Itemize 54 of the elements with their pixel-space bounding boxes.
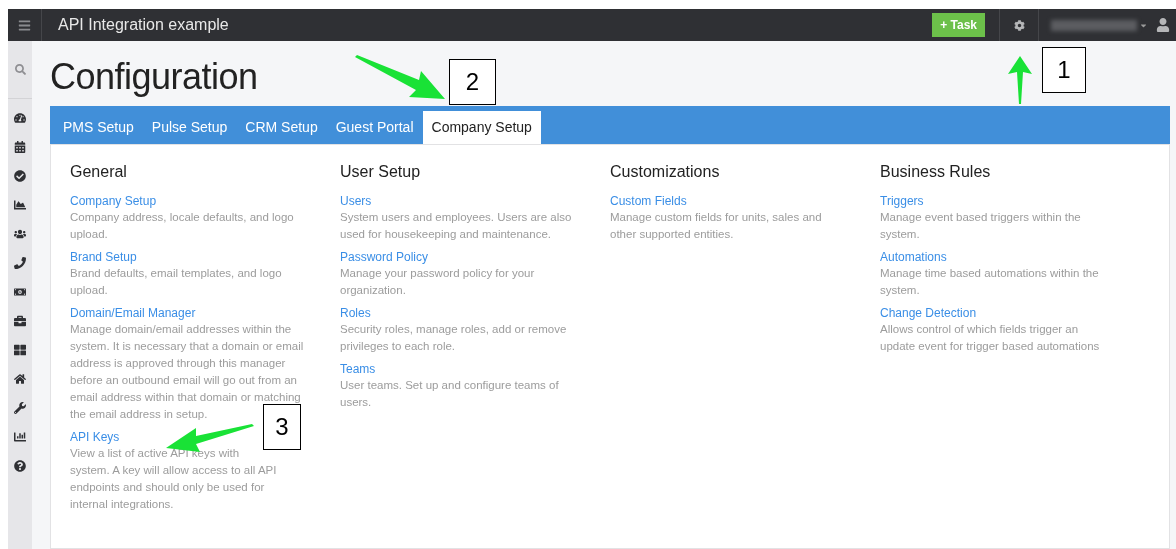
settings-icon[interactable] [1013, 19, 1025, 31]
users-icon[interactable] [14, 228, 26, 240]
tab[interactable]: PMS Setup [54, 111, 143, 144]
setting-link[interactable]: Triggers [880, 193, 924, 209]
gauge-icon[interactable] [14, 112, 26, 124]
setting-link[interactable]: API Keys [70, 429, 120, 445]
user-icon[interactable] [1156, 18, 1170, 32]
setting-description: Manage custom fields for units, sales and other supported entities. [610, 210, 822, 242]
setting-description: System users and employees. Users are also used for housekeeping and maintenance. [340, 210, 572, 242]
app-title: API Integration example [58, 15, 229, 35]
tab[interactable]: CRM Setup [236, 111, 327, 144]
menu-icon[interactable] [18, 18, 31, 32]
wrench-icon[interactable] [14, 402, 26, 414]
briefcase-icon[interactable] [14, 315, 26, 327]
page-title: Configuration [50, 55, 258, 99]
callout-number: 3 [263, 404, 301, 450]
setting-link[interactable]: Company Setup [70, 193, 157, 209]
setting-description: Security roles, manage roles, add or remove privileges to each role. [340, 322, 567, 354]
setting-description: Company address, locale defaults, and logo upload. [70, 210, 294, 242]
setting-link[interactable]: Users [340, 193, 372, 209]
tab[interactable]: Company Setup [422, 111, 541, 144]
tab[interactable]: Pulse Setup [142, 111, 237, 144]
setting-description: Manage your password policy for your organization. [340, 266, 535, 298]
setting-description: Allows control of which fields trigger an update event for trigger based automations [880, 322, 1100, 354]
area-chart-icon[interactable] [14, 199, 26, 211]
setting-link[interactable]: Automations [880, 249, 947, 265]
setting-link[interactable]: Password Policy [340, 249, 429, 265]
setting-description: Manage event based triggers within the system. [880, 210, 1081, 242]
grid-icon[interactable] [14, 344, 26, 356]
search-icon[interactable] [14, 64, 26, 75]
setting-link[interactable]: Roles [340, 305, 371, 321]
tab[interactable]: Guest Portal [326, 111, 423, 144]
help-icon[interactable] [14, 460, 26, 472]
bar-chart-icon[interactable] [14, 431, 26, 443]
home-icon[interactable] [14, 373, 26, 385]
section-heading: General [70, 162, 128, 182]
setting-link[interactable]: Teams [340, 361, 376, 377]
calendar-icon[interactable] [14, 141, 26, 153]
setting-link[interactable]: Brand Setup [70, 249, 137, 265]
setting-link[interactable]: Domain/Email Manager [70, 305, 196, 321]
setting-description: Manage time based automations within the system. [880, 266, 1099, 298]
setting-description: Brand defaults, email templates, and logo upload. [70, 266, 282, 298]
add-task-button[interactable]: + Task [932, 13, 985, 37]
callout-number: 1 [1042, 47, 1086, 93]
setting-link[interactable]: Custom Fields [610, 193, 687, 209]
section-heading: Customizations [610, 162, 721, 182]
arrow [1006, 56, 1034, 104]
cash-icon[interactable] [14, 286, 26, 298]
setting-link[interactable]: Change Detection [880, 305, 977, 321]
phone-icon[interactable] [14, 257, 26, 269]
callout-number: 2 [449, 59, 496, 105]
section-heading: User Setup [340, 162, 422, 182]
setting-description: User teams. Set up and configure teams of users. [340, 378, 559, 410]
section-heading: Business Rules [880, 162, 992, 182]
